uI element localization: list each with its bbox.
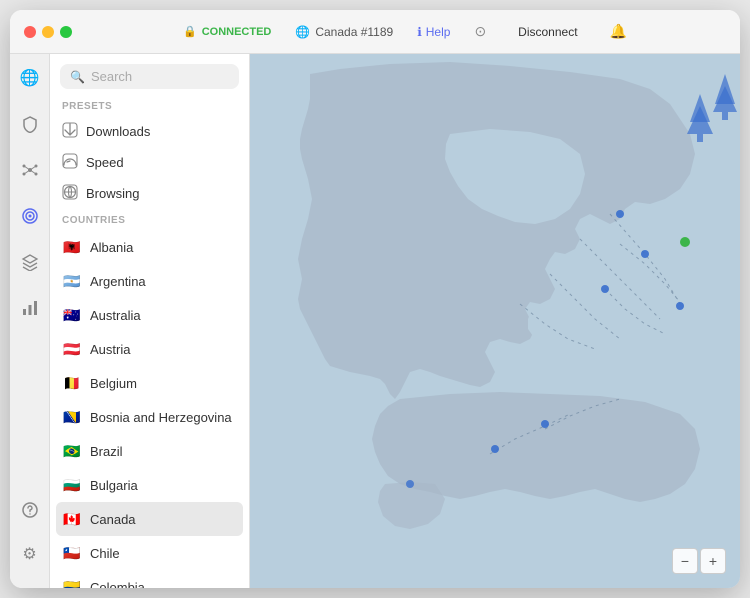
country-austria[interactable]: 🇦🇹 Austria (50, 332, 249, 366)
map-svg (250, 54, 740, 588)
albania-label: Albania (90, 240, 133, 255)
titlebar-center: 🔒 CONNECTED 🌐 Canada #1189 ℹ Help ⊙ Disc… (84, 23, 726, 41)
speed-preset-icon (62, 153, 78, 172)
search-box: 🔍 (50, 54, 249, 95)
status-label: CONNECTED (202, 26, 272, 38)
notification-icon[interactable]: 🔔 (610, 23, 627, 40)
help-label: Help (426, 25, 451, 39)
austria-flag: 🇦🇹 (62, 339, 82, 359)
argentina-label: Argentina (90, 274, 146, 289)
country-australia[interactable]: 🇦🇺 Australia (50, 298, 249, 332)
bosnia-flag: 🇧🇦 (62, 407, 82, 427)
downloads-preset-icon (62, 122, 78, 141)
settings-gear-icon[interactable]: ⚙ (16, 540, 44, 568)
zoom-in-button[interactable]: + (700, 548, 726, 574)
australia-label: Australia (90, 308, 141, 323)
colombia-flag: 🇨🇴 (62, 577, 82, 588)
preset-browsing-label: Browsing (86, 186, 139, 201)
map-controls: − + (672, 548, 726, 574)
bulgaria-flag: 🇧🇬 (62, 475, 82, 495)
sidebar-icons: 🌐 (10, 54, 50, 588)
search-input[interactable] (91, 69, 229, 84)
canada-flag: 🇨🇦 (62, 509, 82, 529)
colombia-label: Colombia (90, 580, 145, 589)
help-circle-icon: ℹ (417, 25, 422, 39)
bosnia-label: Bosnia and Herzegovina (90, 410, 232, 425)
preset-speed-label: Speed (86, 155, 124, 170)
country-list: Presets Downloads (50, 95, 249, 588)
canada-label: Canada (90, 512, 136, 527)
sidebar-item-stats[interactable] (16, 294, 44, 322)
support-icon[interactable] (16, 496, 44, 524)
country-canada[interactable]: 🇨🇦 Canada (56, 502, 243, 536)
albania-flag: 🇦🇱 (62, 237, 82, 257)
country-belgium[interactable]: 🇧🇪 Belgium (50, 366, 249, 400)
bulgaria-label: Bulgaria (90, 478, 138, 493)
preset-downloads[interactable]: Downloads (50, 116, 249, 147)
preset-browsing[interactable]: Browsing (50, 178, 249, 209)
sidebar-item-network[interactable] (16, 156, 44, 184)
sidebar-item-target[interactable] (16, 202, 44, 230)
country-argentina[interactable]: 🇦🇷 Argentina (50, 264, 249, 298)
titlebar: 🔒 CONNECTED 🌐 Canada #1189 ℹ Help ⊙ Disc… (10, 10, 740, 54)
help-button[interactable]: ℹ Help (417, 25, 450, 39)
connection-status: 🔒 CONNECTED (183, 25, 271, 38)
lock-icon: 🔒 (183, 25, 197, 38)
sidebar-item-layers[interactable] (16, 248, 44, 276)
country-list-panel: 🔍 Presets Downloads (50, 54, 250, 588)
brazil-label: Brazil (90, 444, 123, 459)
presets-label: Presets (50, 95, 249, 116)
belgium-flag: 🇧🇪 (62, 373, 82, 393)
browsing-preset-icon (62, 184, 78, 203)
argentina-flag: 🇦🇷 (62, 271, 82, 291)
app-window: 🔒 CONNECTED 🌐 Canada #1189 ℹ Help ⊙ Disc… (10, 10, 740, 588)
server-info: 🌐 Canada #1189 (295, 25, 393, 39)
search-input-wrap[interactable]: 🔍 (60, 64, 239, 89)
country-albania[interactable]: 🇦🇱 Albania (50, 230, 249, 264)
preset-downloads-label: Downloads (86, 124, 150, 139)
disconnect-button[interactable]: Disconnect (510, 23, 585, 41)
minimize-button[interactable] (42, 26, 54, 38)
zoom-out-button[interactable]: − (672, 548, 698, 574)
countries-label: Countries (50, 209, 249, 230)
country-bulgaria[interactable]: 🇧🇬 Bulgaria (50, 468, 249, 502)
australia-flag: 🇦🇺 (62, 305, 82, 325)
titlebar-settings-icon[interactable]: ⊙ (474, 23, 486, 40)
brazil-flag: 🇧🇷 (62, 441, 82, 461)
close-button[interactable] (24, 26, 36, 38)
traffic-lights (24, 26, 72, 38)
preset-speed[interactable]: Speed (50, 147, 249, 178)
chile-flag: 🇨🇱 (62, 543, 82, 563)
belgium-label: Belgium (90, 376, 137, 391)
maximize-button[interactable] (60, 26, 72, 38)
search-icon: 🔍 (70, 70, 85, 84)
country-bosnia[interactable]: 🇧🇦 Bosnia and Herzegovina (50, 400, 249, 434)
austria-label: Austria (90, 342, 130, 357)
map-area: − + (250, 54, 740, 588)
sidebar-item-shield[interactable] (16, 110, 44, 138)
chile-label: Chile (90, 546, 120, 561)
country-chile[interactable]: 🇨🇱 Chile (50, 536, 249, 570)
globe-small-icon: 🌐 (295, 25, 310, 39)
server-label: Canada #1189 (315, 25, 393, 39)
country-brazil[interactable]: 🇧🇷 Brazil (50, 434, 249, 468)
sidebar-item-map[interactable]: 🌐 (16, 64, 44, 92)
country-colombia[interactable]: 🇨🇴 Colombia (50, 570, 249, 588)
main-content: 🌐 (10, 54, 740, 588)
